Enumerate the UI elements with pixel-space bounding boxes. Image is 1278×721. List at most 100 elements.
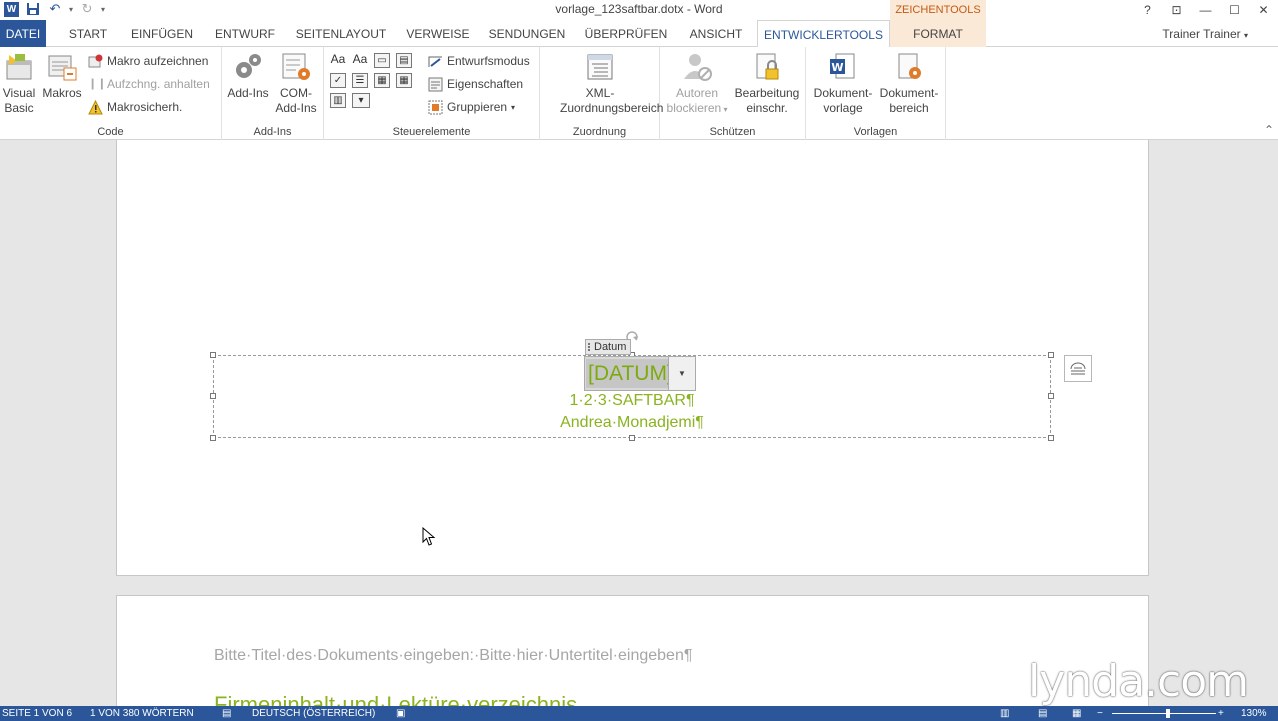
date-picker-content-control[interactable]: [DATUM]¶ ▼ <box>584 356 696 391</box>
tab-format[interactable]: FORMAT <box>890 20 986 47</box>
content-controls-grid: Aa Aa ▭ ▤ ✓ ☰ ▦ ▦ ▥ ▾ <box>330 53 418 108</box>
minimize-icon[interactable]: — <box>1191 0 1220 20</box>
lynda-watermark: lynda.com <box>1028 656 1249 707</box>
page-2-heading: Firmeninhalt·und·Lektüre·verzeichnis <box>214 692 578 706</box>
page-count[interactable]: SEITE 1 VON 6 <box>2 707 72 721</box>
resize-handle[interactable] <box>210 352 216 358</box>
zoom-slider-track[interactable] <box>1112 713 1216 714</box>
repeating-section-control-icon[interactable]: ▥ <box>330 93 346 108</box>
date-picker-control-icon[interactable]: ▦ <box>396 73 412 88</box>
user-account[interactable]: Trainer Trainer ▾ <box>1162 27 1248 41</box>
resize-handle[interactable] <box>1048 435 1054 441</box>
layout-options-icon[interactable] <box>1064 355 1092 382</box>
tab-verweise[interactable]: VERWEISE <box>402 20 474 47</box>
print-layout-icon[interactable]: ▤ <box>1038 707 1047 721</box>
dropdown-list-control-icon[interactable]: ▦ <box>374 73 390 88</box>
combo-box-control-icon[interactable]: ☰ <box>352 73 368 88</box>
zoom-level[interactable]: 130% <box>1241 707 1267 721</box>
zoom-out-icon[interactable]: − <box>1097 707 1103 721</box>
building-block-control-icon[interactable]: ▤ <box>396 53 412 68</box>
tab-ansicht[interactable]: ANSICHT <box>680 20 752 47</box>
resize-handle[interactable] <box>210 435 216 441</box>
tab-ueberpruefen[interactable]: ÜBERPRÜFEN <box>580 20 672 47</box>
document-template-button[interactable]: W Dokument-vorlage <box>810 51 876 116</box>
macro-record-status-icon[interactable]: ▣ <box>396 707 405 721</box>
zoom-in-icon[interactable]: + <box>1218 707 1224 721</box>
group-icon <box>428 100 443 115</box>
group-label-schuetzen: Schützen <box>709 126 756 138</box>
ribbon: Visual Basic Makros Makro aufzeichnen ❙❙… <box>0 47 1278 140</box>
ribbon-group-addins: Add-Ins COM-Add-Ins Add-Ins <box>222 47 324 140</box>
company-name: 1·2·3·SAFTBAR¶ <box>569 392 695 409</box>
user-name: Trainer Trainer <box>1162 27 1241 41</box>
properties-icon <box>428 77 443 92</box>
gears-icon <box>232 51 264 83</box>
pause-icon: ❙❙ <box>88 77 107 90</box>
resize-handle[interactable] <box>629 435 635 441</box>
web-layout-icon[interactable]: ▦ <box>1072 707 1081 721</box>
read-mode-icon[interactable]: ▥ <box>1000 707 1009 721</box>
group-label-code: Code <box>97 126 124 138</box>
svg-text:W: W <box>831 61 843 74</box>
restrict-editing-icon <box>751 51 783 83</box>
author-name: Andrea·Monadjemi¶ <box>560 414 704 431</box>
visual-basic-icon <box>3 51 35 83</box>
block-authors-button[interactable]: Autoren blockieren ▾ <box>664 51 730 117</box>
language[interactable]: DEUTSCH (ÖSTERREICH) <box>252 707 375 721</box>
help-icon[interactable]: ? <box>1133 0 1162 20</box>
block-authors-icon <box>681 51 713 83</box>
resize-handle[interactable] <box>1048 352 1054 358</box>
tab-einfuegen[interactable]: EINFÜGEN <box>124 20 200 47</box>
com-add-ins-icon <box>280 51 312 83</box>
restrict-editing-button[interactable]: Bearbeitung einschr. <box>732 51 802 116</box>
page-1[interactable]: Datum [DATUM]¶ ▼ 1·2·3·SAFTBAR¶ Andrea·M… <box>116 140 1149 576</box>
macros-icon <box>46 51 78 83</box>
xml-mapping-pane-button[interactable]: XML-Zuordnungsbereich <box>542 51 663 116</box>
com-add-ins-button[interactable]: COM-Add-Ins <box>272 51 320 116</box>
mouse-pointer-icon <box>422 526 436 550</box>
tab-datei[interactable]: DATEI <box>0 20 46 47</box>
warning-icon <box>88 99 103 115</box>
ribbon-group-steuerelemente: Aa Aa ▭ ▤ ✓ ☰ ▦ ▦ ▥ ▾ Entwurfsmodus Eige… <box>324 47 540 140</box>
ribbon-group-schuetzen: Autoren blockieren ▾ Bearbeitung einschr… <box>660 47 806 140</box>
plain-text-control-icon[interactable]: Aa <box>352 53 368 68</box>
date-dropdown-arrow-icon[interactable]: ▼ <box>668 357 695 390</box>
tab-seitenlayout[interactable]: SEITENLAYOUT <box>288 20 394 47</box>
rich-text-control-icon[interactable]: Aa <box>330 53 346 68</box>
content-control-tag[interactable]: Datum <box>585 339 632 355</box>
design-mode-button[interactable]: Entwurfsmodus <box>428 51 530 71</box>
status-bar: SEITE 1 VON 6 1 VON 380 WÖRTERN ▤ DEUTSC… <box>0 706 1278 721</box>
picture-control-icon[interactable]: ▭ <box>374 53 390 68</box>
context-tab-group-label: ZEICHENTOOLS <box>890 0 986 20</box>
tab-entwurf[interactable]: ENTWURF <box>208 20 282 47</box>
pause-recording-button[interactable]: ❙❙ Aufzchng. anhalten <box>88 74 210 94</box>
record-macro-button[interactable]: Makro aufzeichnen <box>88 51 208 71</box>
word-count[interactable]: 1 VON 380 WÖRTERN <box>90 707 194 721</box>
ribbon-display-options-icon[interactable]: ⊡ <box>1162 0 1191 20</box>
document-panel-icon <box>893 51 925 83</box>
ribbon-group-zuordnung: XML-Zuordnungsbereich Zuordnung <box>540 47 663 140</box>
properties-button[interactable]: Eigenschaften <box>428 74 523 94</box>
window-controls: ? ⊡ — ☐ ✕ <box>1133 0 1278 20</box>
legacy-tools-icon[interactable]: ▾ <box>352 93 370 108</box>
tab-start[interactable]: START <box>57 20 119 47</box>
makros-button[interactable]: Makros <box>40 51 84 101</box>
proofing-icon[interactable]: ▤ <box>222 707 231 721</box>
page-2[interactable]: Bitte·Titel·des·Dokuments·eingeben:·Bitt… <box>116 595 1149 706</box>
ribbon-group-code: Visual Basic Makros Makro aufzeichnen ❙❙… <box>0 47 222 140</box>
tab-entwicklertools[interactable]: ENTWICKLERTOOLS <box>757 20 890 48</box>
tab-sendungen[interactable]: SENDUNGEN <box>484 20 570 47</box>
maximize-icon[interactable]: ☐ <box>1220 0 1249 20</box>
document-panel-button[interactable]: Dokument-bereich <box>876 51 942 116</box>
visual-basic-button[interactable]: Visual Basic <box>1 51 37 116</box>
zoom-slider-thumb[interactable] <box>1166 709 1170 718</box>
ribbon-tab-row: DATEI START EINFÜGEN ENTWURF SEITENLAYOU… <box>0 20 1278 48</box>
checkbox-control-icon[interactable]: ✓ <box>330 73 346 88</box>
collapse-ribbon-icon[interactable]: ⌃ <box>1264 123 1274 137</box>
macro-security-button[interactable]: Makrosicherh. <box>88 97 182 117</box>
close-icon[interactable]: ✕ <box>1249 0 1278 20</box>
add-ins-button[interactable]: Add-Ins <box>226 51 270 101</box>
document-area[interactable]: Datum [DATUM]¶ ▼ 1·2·3·SAFTBAR¶ Andrea·M… <box>0 140 1278 706</box>
chevron-down-icon: ▾ <box>1243 31 1248 40</box>
group-button[interactable]: Gruppieren ▾ <box>428 97 515 117</box>
